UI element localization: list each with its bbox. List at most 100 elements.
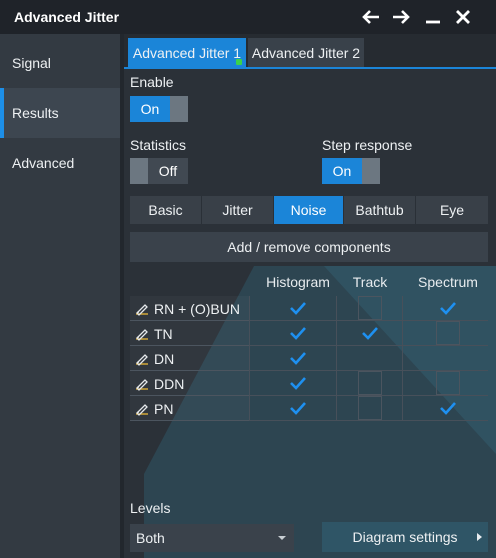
button-label: Add / remove components (227, 239, 391, 255)
main-panel: Advanced Jitter 1 Advanced Jitter 2 Enab… (124, 34, 496, 558)
back-arrow-icon[interactable] (358, 4, 384, 30)
enable-label: Enable (130, 74, 174, 90)
column-header-histogram: Histogram (266, 274, 330, 290)
sidebar-item-label: Signal (12, 55, 51, 71)
histogram-checkbox[interactable] (286, 346, 310, 370)
tab-underline (124, 67, 496, 69)
forward-arrow-icon[interactable] (388, 4, 414, 30)
row-name: PN (130, 396, 250, 421)
sidebar: Signal Results Advanced (0, 34, 120, 558)
column-header-track: Track (352, 274, 388, 290)
table-row: DN (130, 346, 488, 371)
toggle-knob (130, 158, 148, 184)
checkmark-icon (361, 325, 379, 341)
levels-label: Levels (130, 500, 171, 516)
checkmark-icon (289, 400, 307, 416)
histogram-checkbox[interactable] (286, 321, 310, 345)
toggle-knob (170, 96, 188, 122)
sidebar-item-signal[interactable]: Signal (0, 38, 120, 88)
spectrum-checkbox[interactable] (436, 296, 460, 320)
toggle-value: On (130, 96, 170, 122)
histogram-checkbox[interactable] (286, 371, 310, 395)
segment-jitter[interactable]: Jitter (202, 196, 274, 224)
diagram-settings-button[interactable]: Diagram settings (322, 522, 488, 552)
segment-label: Basic (148, 202, 183, 218)
track-checkbox[interactable] (358, 296, 382, 320)
row-label: DN (154, 350, 175, 367)
components-table: Histogram Track Spectrum RN + (O)BUN TN DN… (130, 266, 488, 492)
row-name: DN (130, 346, 250, 371)
pen-icon (134, 377, 154, 391)
close-icon[interactable] (450, 4, 476, 30)
histogram-checkbox[interactable] (286, 296, 310, 320)
column-divider (336, 296, 337, 321)
column-divider (336, 371, 337, 396)
pen-icon (134, 302, 154, 316)
column-divider (336, 321, 337, 346)
column-divider (402, 296, 403, 321)
statistics-label: Statistics (130, 137, 187, 153)
minimize-icon[interactable] (420, 4, 446, 30)
column-header-spectrum: Spectrum (418, 274, 478, 290)
row-label: PN (154, 400, 174, 417)
tab-label: Advanced Jitter 2 (251, 45, 361, 61)
row-label: RN + (O)BUN (154, 300, 240, 317)
checkmark-icon (439, 300, 457, 316)
track-checkbox[interactable] (358, 396, 382, 420)
select-value: Both (136, 530, 165, 546)
segment-eye[interactable]: Eye (416, 196, 488, 224)
column-divider (402, 396, 403, 421)
step-response-label: Step response (322, 137, 413, 153)
window-title: Advanced Jitter (14, 9, 120, 25)
column-divider (336, 396, 337, 421)
toggle-value: On (322, 158, 362, 184)
segment-basic[interactable]: Basic (130, 196, 202, 224)
pen-icon (134, 402, 154, 416)
spectrum-checkbox[interactable] (436, 396, 460, 420)
spectrum-checkbox[interactable] (436, 371, 460, 395)
column-divider (402, 371, 403, 396)
tab-advanced-jitter-1[interactable]: Advanced Jitter 1 (128, 38, 246, 68)
segment-bathtub[interactable]: Bathtub (344, 196, 416, 224)
levels-select[interactable]: Both (130, 524, 294, 552)
segment-label: Noise (290, 202, 327, 218)
toggle-value: Off (148, 158, 188, 184)
enable-toggle[interactable]: On (130, 96, 188, 122)
checkmark-icon (289, 300, 307, 316)
statistics-toggle[interactable]: Off (130, 158, 188, 184)
track-checkbox[interactable] (358, 321, 382, 345)
segment-label: Eye (439, 202, 465, 218)
row-name: TN (130, 321, 250, 346)
row-name: RN + (O)BUN (130, 296, 250, 321)
sidebar-item-label: Results (12, 105, 59, 121)
active-indicator-dot (236, 59, 242, 65)
checkmark-icon (439, 400, 457, 416)
table-row: DDN (130, 371, 488, 396)
tab-advanced-jitter-2[interactable]: Advanced Jitter 2 (248, 38, 364, 68)
checkmark-icon (289, 375, 307, 391)
segment-noise[interactable]: Noise (274, 196, 344, 224)
spectrum-checkbox[interactable] (436, 321, 460, 345)
segment-label: Bathtub (355, 202, 404, 218)
row-label: TN (154, 325, 173, 342)
chevron-down-icon (278, 536, 286, 540)
toggle-knob (362, 158, 380, 184)
button-label: Diagram settings (352, 529, 458, 545)
histogram-checkbox[interactable] (286, 396, 310, 420)
tab-bar: Advanced Jitter 1 Advanced Jitter 2 (124, 34, 496, 69)
table-row: PN (130, 396, 488, 421)
view-segmented-control: Basic Jitter Noise Bathtub Eye (130, 196, 488, 224)
title-bar: Advanced Jitter (0, 0, 496, 34)
step-response-toggle[interactable]: On (322, 158, 380, 184)
pen-icon (134, 327, 154, 341)
sidebar-item-advanced[interactable]: Advanced (0, 138, 120, 188)
checkmark-icon (289, 325, 307, 341)
row-name: DDN (130, 371, 250, 396)
sidebar-item-label: Advanced (12, 155, 75, 171)
sidebar-item-results[interactable]: Results (0, 88, 120, 138)
checkmark-icon (289, 350, 307, 366)
segment-label: Jitter (222, 202, 253, 218)
tab-label: Advanced Jitter 1 (132, 45, 242, 61)
track-checkbox[interactable] (358, 371, 382, 395)
add-remove-components-button[interactable]: Add / remove components (130, 232, 488, 262)
